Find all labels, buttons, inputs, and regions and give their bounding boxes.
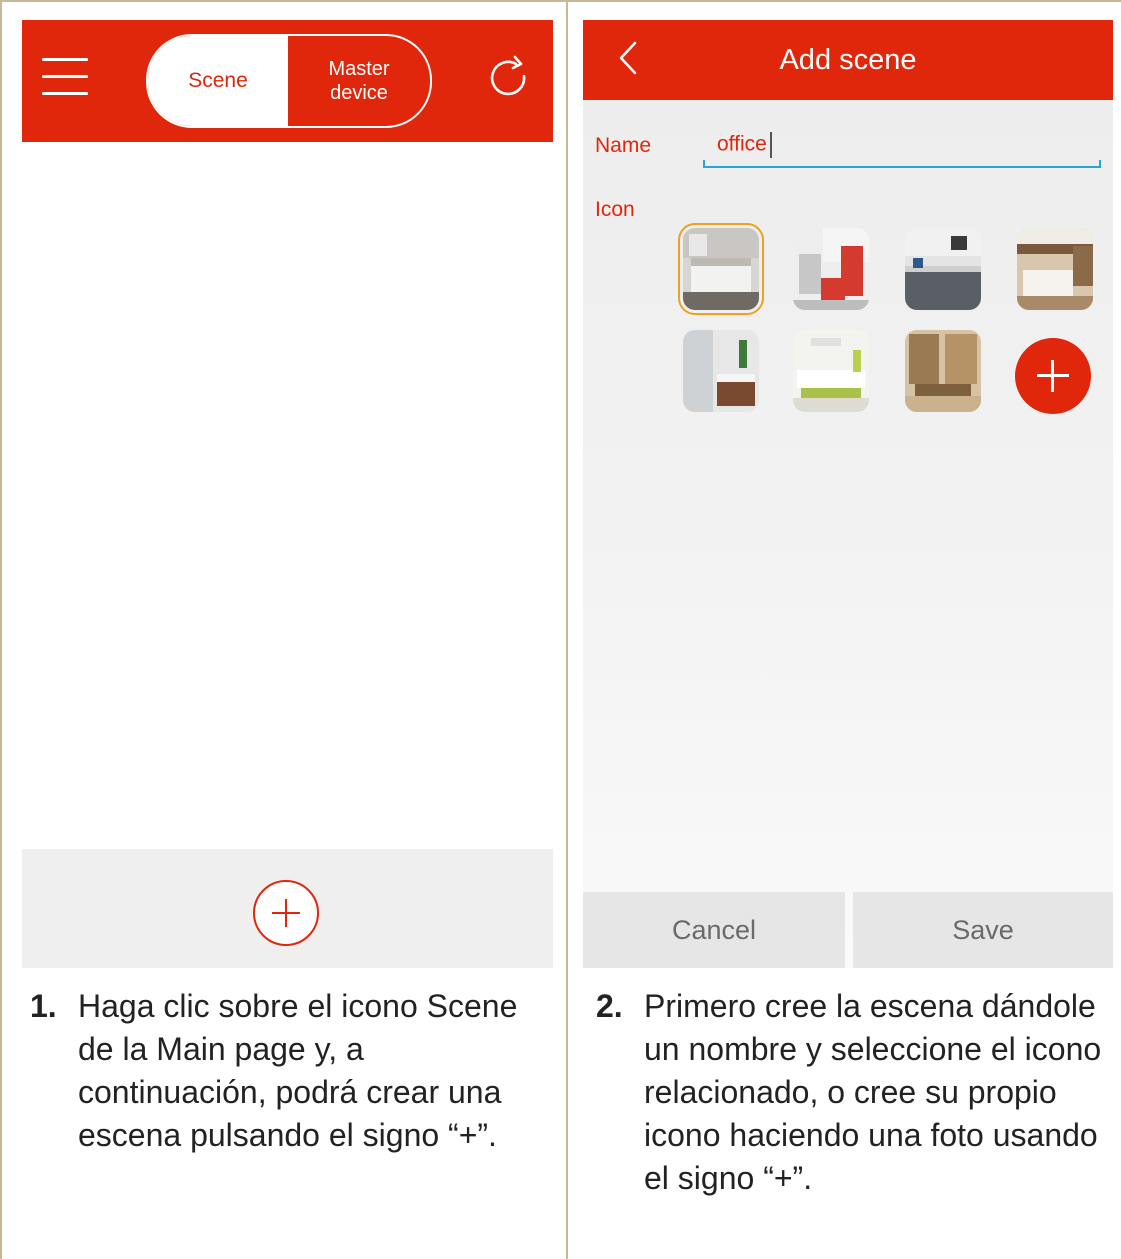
add-circle-icon[interactable] xyxy=(252,879,320,947)
caption-step-2: 2. Primero cree la escena dándole un nom… xyxy=(596,985,1116,1200)
add-icon-button[interactable] xyxy=(1015,338,1091,414)
bottom-add-bar xyxy=(22,849,553,968)
icon-label: Icon xyxy=(595,198,635,221)
caption-step-1: 1. Haga clic sobre el icono Scene de la … xyxy=(30,985,530,1157)
thumbnail-living-room[interactable] xyxy=(793,330,869,412)
tab-master-line1: Master xyxy=(328,58,390,80)
back-arrow-icon[interactable] xyxy=(617,40,639,76)
caption-step-2-number: 2. xyxy=(596,988,623,1024)
refresh-icon[interactable] xyxy=(484,54,532,102)
thumbnail-bedroom[interactable] xyxy=(678,223,764,315)
name-label: Name xyxy=(595,134,652,157)
thumbnail-kids-room[interactable] xyxy=(793,228,869,310)
scene-device-switch: Scene Master device xyxy=(146,34,432,128)
save-button[interactable]: Save xyxy=(853,892,1113,968)
frame-divider xyxy=(566,0,568,1259)
thumbnail-bathroom[interactable] xyxy=(683,330,759,412)
name-field-value: office xyxy=(717,132,772,158)
scene-list-screen: Scene Master device xyxy=(22,20,553,968)
caption-step-2-text: Primero cree la escena dándole un nombre… xyxy=(644,988,1102,1196)
add-scene-screen: Add scene Name office Icon Cancel Save xyxy=(583,20,1113,968)
thumbnail-kitchen[interactable] xyxy=(905,228,981,310)
app-header: Scene Master device xyxy=(22,20,553,142)
hamburger-menu-icon[interactable] xyxy=(42,58,88,96)
text-caret xyxy=(769,132,772,158)
thumbnail-bedroom-wood[interactable] xyxy=(1017,228,1093,310)
cancel-button[interactable]: Cancel xyxy=(583,892,845,968)
add-scene-header: Add scene xyxy=(583,20,1113,100)
frame-left xyxy=(0,0,2,1259)
caption-step-1-text: Haga clic sobre el icono Scene de la Mai… xyxy=(78,988,518,1153)
tab-master-line2: device xyxy=(330,82,388,104)
caption-step-1-number: 1. xyxy=(30,988,57,1024)
name-field[interactable]: office xyxy=(703,124,1101,168)
page-title: Add scene xyxy=(779,43,917,76)
thumbnail-study[interactable] xyxy=(905,330,981,412)
frame-top xyxy=(0,0,1121,2)
tab-master-device[interactable]: Master device xyxy=(288,36,430,126)
tab-scene[interactable]: Scene xyxy=(148,36,288,126)
